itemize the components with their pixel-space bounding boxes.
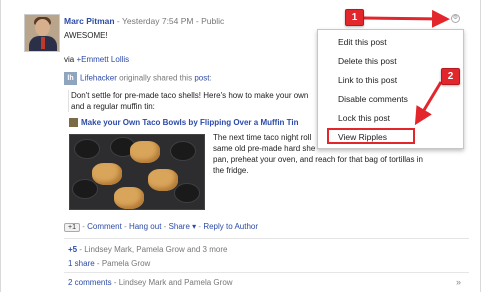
shares-row[interactable]: 1 share - Pamela Grow: [68, 259, 150, 268]
article-title-text[interactable]: Make your Own Taco Bowls by Flipping Ove…: [81, 118, 299, 127]
hangout-link[interactable]: Hang out: [129, 222, 161, 231]
article-line: pan, preheat your oven, and reach for th…: [213, 155, 423, 164]
shared-post-link[interactable]: post: [194, 74, 209, 83]
taco-shell: [130, 141, 160, 163]
comment-link[interactable]: Comment: [87, 222, 122, 231]
plus-count[interactable]: +5: [68, 245, 77, 254]
muffin-cup: [174, 183, 200, 203]
shared-source-link[interactable]: Lifehacker: [80, 74, 117, 83]
comments-row[interactable]: 2 comments - Lindsey Mark and Pamela Gro…: [68, 278, 233, 287]
action-separator: -: [163, 222, 167, 231]
taco-shell: [148, 169, 178, 191]
plus-ones-row[interactable]: +5 - Lindsey Mark, Pamela Grow and 3 mor…: [68, 245, 227, 254]
action-separator: -: [198, 222, 202, 231]
via-user-link[interactable]: +Emmett Lollis: [76, 55, 129, 64]
article-thumbnail-icon: [69, 118, 78, 128]
annotation-badge-1: 1: [345, 9, 364, 26]
reply-to-author-link[interactable]: Reply to Author: [203, 222, 258, 231]
via-prefix: via: [64, 55, 75, 64]
share-people: Pamela Grow: [101, 259, 151, 268]
lifehacker-logo[interactable]: lh: [64, 72, 77, 85]
article-title[interactable]: Make your Own Taco Bowls by Flipping Ove…: [69, 118, 299, 128]
avatar-tie: [41, 37, 45, 49]
action-bar: +1 - Comment - Hang out - Share ▾ - Repl…: [64, 222, 258, 232]
plus-one-button[interactable]: +1: [64, 223, 80, 232]
post-text: AWESOME!: [64, 31, 108, 40]
share-link[interactable]: Share: [169, 222, 190, 231]
shared-phrase: originally shared this: [119, 73, 193, 83]
view-ripples-highlight: [327, 128, 415, 144]
expand-comments-icon[interactable]: »: [456, 277, 461, 287]
muffin-cup: [170, 141, 196, 161]
menu-item-lock[interactable]: Lock this post: [338, 113, 390, 123]
action-separator: -: [82, 222, 85, 231]
post-timestamp[interactable]: Yesterday 7:54 PM: [122, 16, 194, 26]
via-line: via +Emmett Lollis: [64, 55, 129, 64]
divider: [64, 272, 469, 273]
author-avatar[interactable]: [24, 14, 60, 52]
shared-header: lh Lifehacker originally shared this post…: [64, 72, 212, 85]
taco-shell: [114, 187, 144, 209]
shared-colon: :: [209, 73, 212, 83]
taco-shell: [92, 163, 122, 185]
muffin-cup: [74, 139, 100, 159]
comments-count[interactable]: 2 comments: [68, 278, 112, 287]
avatar-face: [35, 19, 50, 36]
header-separator: -: [195, 16, 199, 26]
plus-people: Lindsey Mark, Pamela Grow and 3 more: [84, 245, 228, 254]
author-name[interactable]: Marc Pitman: [64, 16, 115, 26]
comments-people: Lindsey Mark and Pamela Grow: [118, 278, 233, 287]
header-separator: -: [116, 16, 120, 26]
stats-separator: -: [79, 245, 83, 254]
article-line: the fridge.: [213, 166, 249, 175]
post-visibility[interactable]: Public: [201, 16, 224, 26]
annotation-badge-2: 2: [441, 68, 460, 85]
muffin-cup: [72, 179, 98, 199]
stats-separator: -: [113, 278, 117, 287]
action-separator: -: [124, 222, 127, 231]
post-header: Marc Pitman - Yesterday 7:54 PM - Public: [64, 16, 224, 26]
menu-item-link[interactable]: Link to this post: [338, 75, 397, 85]
article-photo[interactable]: [69, 134, 205, 210]
gear-icon[interactable]: ⚙: [451, 14, 460, 23]
share-caret-icon[interactable]: ▾: [192, 222, 196, 231]
menu-item-delete[interactable]: Delete this post: [338, 56, 397, 66]
divider: [64, 238, 469, 239]
stats-separator: -: [96, 259, 100, 268]
share-count[interactable]: 1 share: [68, 259, 95, 268]
menu-item-disable-comments[interactable]: Disable comments: [338, 94, 408, 104]
menu-item-edit[interactable]: Edit this post: [338, 37, 387, 47]
